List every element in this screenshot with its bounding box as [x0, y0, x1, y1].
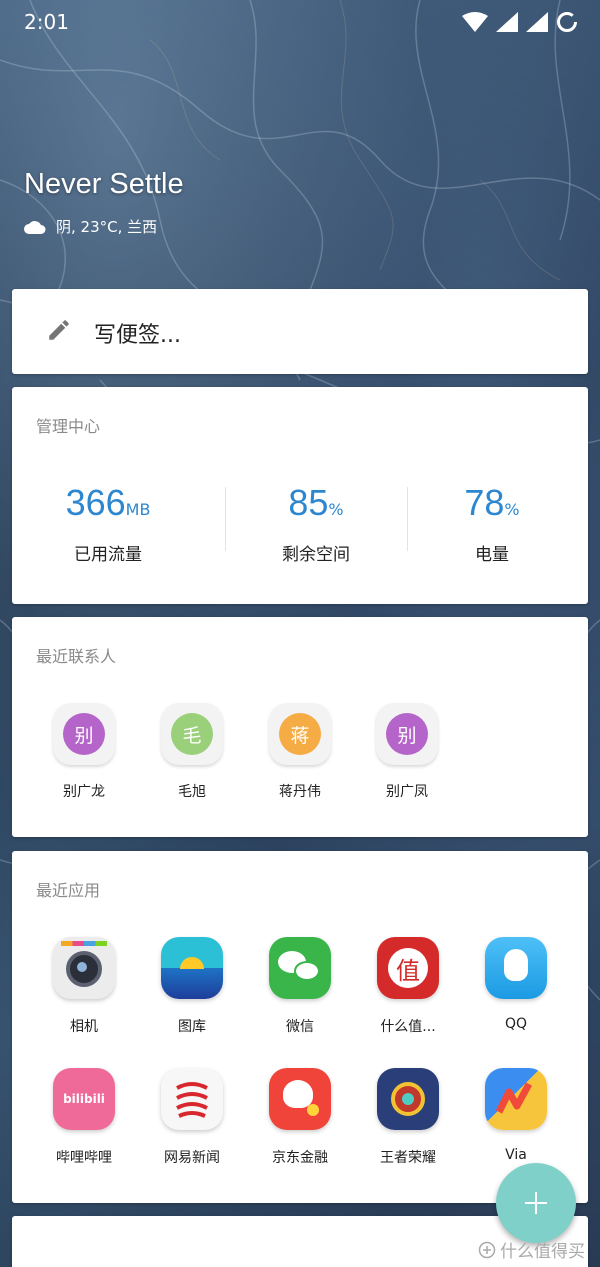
signal-icon [496, 12, 518, 32]
honor-of-kings-icon [377, 1068, 439, 1130]
app-gallery[interactable]: 图库 [142, 937, 242, 1036]
app-name: 相机 [70, 1019, 98, 1035]
stat-storage[interactable]: 85% 剩余空间 [220, 482, 412, 565]
note-card[interactable]: 写便签... [12, 289, 588, 374]
app-name: Via [505, 1147, 527, 1163]
stat-label: 电量 [475, 545, 509, 565]
contacts-card: 最近联系人 别 别广龙 毛 毛旭 蒋 蒋丹伟 别 别广凤 [12, 617, 588, 837]
management-title: 管理中心 [36, 417, 101, 436]
app-name: 微信 [286, 1019, 314, 1035]
contact-item[interactable]: 别 别广凤 [367, 703, 447, 801]
avatar-initial: 毛 [171, 713, 213, 755]
contact-name: 蒋丹伟 [279, 784, 321, 800]
cloud-icon [24, 220, 46, 234]
wifi-icon [462, 12, 488, 32]
watermark: 什么值得买 [478, 1237, 585, 1262]
contact-item[interactable]: 别 别广龙 [44, 703, 124, 801]
app-name: 哔哩哔哩 [56, 1150, 112, 1166]
wechat-icon [269, 937, 331, 999]
apps-title: 最近应用 [36, 881, 101, 900]
stat-label: 剩余空间 [282, 545, 350, 565]
app-name: 网易新闻 [164, 1150, 220, 1166]
gallery-icon [161, 937, 223, 999]
app-name: 王者荣耀 [380, 1150, 436, 1166]
jd-finance-icon [269, 1068, 331, 1130]
app-qq[interactable]: QQ [466, 937, 566, 1032]
add-button[interactable] [496, 1163, 576, 1243]
app-name: 什么值... [380, 1019, 436, 1035]
pencil-icon [49, 320, 69, 340]
contact-item[interactable]: 毛 毛旭 [152, 703, 232, 801]
stat-battery[interactable]: 78% 电量 [396, 482, 588, 565]
bilibili-badge: bilibili [63, 1092, 105, 1106]
contact-name: 别广龙 [63, 784, 105, 800]
app-netease-news[interactable]: 网易新闻 [142, 1068, 242, 1167]
watermark-text: 什么值得买 [500, 1242, 585, 1262]
management-card: 管理中心 366MB 已用流量 85% 剩余空间 78% 电量 [12, 387, 588, 604]
stat-value: 366 [65, 482, 126, 523]
stat-data-usage[interactable]: 366MB 已用流量 [12, 482, 204, 565]
avatar-initial: 别 [63, 713, 105, 755]
app-camera[interactable]: 相机 [34, 937, 134, 1036]
app-bilibili[interactable]: bilibili 哔哩哔哩 [34, 1068, 134, 1167]
app-honor-of-kings[interactable]: 王者荣耀 [358, 1068, 458, 1167]
smzdm-icon: 值 [377, 937, 439, 999]
avatar-initial: 别 [386, 713, 428, 755]
stat-unit: MB [125, 500, 151, 519]
header-title: Never Settle [24, 168, 184, 200]
stat-unit: % [504, 500, 520, 519]
netease-news-icon [161, 1068, 223, 1130]
status-bar: 2:01 [0, 0, 600, 44]
bilibili-icon: bilibili [53, 1068, 115, 1130]
app-name: 图库 [178, 1019, 206, 1035]
app-jd-finance[interactable]: 京东金融 [250, 1068, 350, 1167]
weather-text: 阴, 23°C, 兰西 [56, 218, 158, 236]
app-name: QQ [504, 1016, 528, 1032]
stat-value: 85 [288, 482, 329, 523]
app-name: 京东金融 [272, 1150, 328, 1166]
stat-label: 已用流量 [74, 545, 142, 565]
contacts-title: 最近联系人 [36, 647, 117, 666]
via-icon [485, 1068, 547, 1130]
weather-info: 阴, 23°C, 兰西 [24, 216, 157, 237]
avatar: 蒋 [269, 703, 331, 765]
contact-name: 别广凤 [386, 784, 428, 800]
smzdm-badge: 值 [388, 948, 428, 988]
battery-ring-icon [557, 12, 577, 32]
qq-icon [485, 937, 547, 999]
avatar: 别 [53, 703, 115, 765]
avatar-initial: 蒋 [279, 713, 321, 755]
signal-2-icon [526, 12, 548, 32]
contact-name: 毛旭 [178, 784, 206, 800]
apps-card: 最近应用 相机 图库 微信 值 什么值... QQ bilibili 哔哩哔哩 … [12, 851, 588, 1203]
watermark-logo-icon [478, 1241, 496, 1258]
plus-icon [525, 1192, 547, 1214]
status-time: 2:01 [24, 10, 69, 34]
app-smzdm[interactable]: 值 什么值... [358, 937, 458, 1036]
camera-icon [53, 937, 115, 999]
avatar: 毛 [161, 703, 223, 765]
avatar: 别 [376, 703, 438, 765]
app-via[interactable]: Via [466, 1068, 566, 1163]
stat-value: 78 [464, 482, 505, 523]
note-input[interactable]: 写便签... [94, 317, 181, 349]
app-wechat[interactable]: 微信 [250, 937, 350, 1036]
contact-item[interactable]: 蒋 蒋丹伟 [260, 703, 340, 801]
stat-unit: % [328, 500, 344, 519]
